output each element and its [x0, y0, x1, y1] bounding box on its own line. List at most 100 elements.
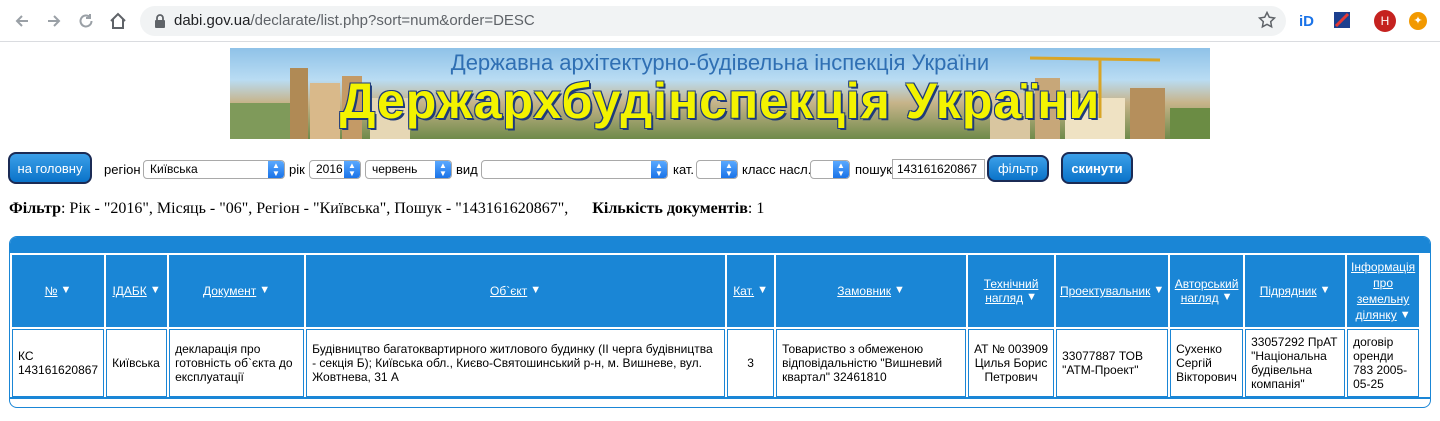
- month-select-value: червень: [372, 162, 418, 176]
- home-button[interactable]: на головну: [8, 152, 92, 184]
- sort-arrow-icon[interactable]: ▼: [259, 284, 270, 296]
- results-table-container: № ▼ ІДАБК ▼ Документ ▼ Об`єкт ▼ Кат. ▼ Замовн…: [9, 236, 1431, 408]
- col-header-contractor[interactable]: Підрядник ▼: [1245, 255, 1346, 327]
- select-arrows-icon: ▲ ▼: [651, 161, 667, 178]
- region-select-value: Київська: [150, 162, 198, 176]
- lock-icon: [154, 14, 166, 33]
- col-header-land-info[interactable]: Інформація про земельну ділянку ▼: [1347, 255, 1420, 327]
- cell-tech-supervision: АТ № 003909 Цилья Борис Петрович: [968, 329, 1055, 397]
- filter-label: Фільтр: [9, 200, 61, 217]
- cell-tech-line3: Петрович: [984, 370, 1038, 384]
- bookmark-star-icon[interactable]: [1257, 10, 1277, 34]
- search-label: пошук: [855, 162, 892, 177]
- category-select[interactable]: ▲ ▼: [696, 160, 738, 179]
- class-label: класс насл.: [742, 162, 812, 177]
- region-select[interactable]: Київська ▲ ▼: [143, 160, 285, 179]
- author-header-line1[interactable]: Авторський: [1175, 277, 1239, 291]
- sort-arrow-icon[interactable]: ▼: [150, 284, 161, 296]
- tech-header-line1[interactable]: Технічний: [984, 277, 1039, 291]
- col-header-designer[interactable]: Проектувальник ▼: [1056, 255, 1169, 327]
- extension-bookmark-icon[interactable]: [1332, 10, 1352, 30]
- documents-count-label: Кількість документів: [592, 200, 748, 217]
- month-select[interactable]: червень ▲ ▼: [365, 160, 452, 179]
- col-header-cat[interactable]: Кат. ▼: [727, 255, 775, 327]
- year-select[interactable]: 2016 ▲ ▼: [309, 160, 361, 179]
- sort-arrow-icon[interactable]: ▼: [1153, 284, 1164, 296]
- cell-customer: Товариство з обмеженою відповідальністю …: [776, 329, 967, 397]
- sort-link-num[interactable]: №: [45, 284, 58, 298]
- land-header-line4[interactable]: ділянку: [1356, 308, 1397, 322]
- profile-avatar[interactable]: H: [1374, 10, 1396, 32]
- sort-link-designer[interactable]: Проектувальник: [1060, 284, 1150, 298]
- documents-count-value: : 1: [747, 200, 765, 217]
- col-header-document[interactable]: Документ ▼: [169, 255, 305, 327]
- cell-tech-line2: Цилья Борис: [974, 356, 1048, 370]
- cell-author-supervision: Сухенко Сергій Вікторович: [1170, 329, 1244, 397]
- table-row: КС 143161620867 Київська декларація про г…: [12, 329, 1420, 397]
- cell-num-line2: 143161620867: [18, 363, 99, 377]
- sort-arrow-icon[interactable]: ▼: [1320, 284, 1331, 296]
- results-table: № ▼ ІДАБК ▼ Документ ▼ Об`єкт ▼ Кат. ▼ Замовн…: [10, 253, 1421, 399]
- update-icon[interactable]: ✦: [1409, 12, 1427, 30]
- sort-arrow-icon[interactable]: ▼: [1026, 291, 1037, 303]
- search-input[interactable]: 143161620867: [892, 159, 985, 179]
- land-header-line1[interactable]: Інформація: [1351, 260, 1415, 274]
- banner-title: Держархбудінспекція України: [339, 73, 1101, 129]
- cell-author-line3: Вікторович: [1176, 370, 1237, 384]
- select-arrows-icon: ▲ ▼: [268, 161, 284, 178]
- year-select-value: 2016: [316, 162, 343, 176]
- sort-arrow-icon[interactable]: ▼: [1222, 291, 1233, 303]
- land-header-line3[interactable]: земельну: [1357, 292, 1409, 306]
- sort-arrow-icon[interactable]: ▼: [1400, 307, 1411, 323]
- category-label: кат.: [673, 162, 695, 177]
- cell-author-line2: Сергій: [1176, 356, 1212, 370]
- author-header-line2[interactable]: нагляд: [1181, 291, 1219, 305]
- address-bar[interactable]: dabi.gov.ua/declarate/list.php?sort=num&…: [140, 6, 1286, 36]
- back-arrow-icon[interactable]: [10, 9, 34, 33]
- sort-link-idabk[interactable]: ІДАБК: [112, 284, 146, 298]
- home-icon[interactable]: [106, 9, 130, 33]
- sort-link-object[interactable]: Об`єкт: [490, 284, 527, 298]
- select-arrows-icon: ▲ ▼: [833, 161, 849, 178]
- extension-id-icon[interactable]: iD: [1298, 10, 1318, 30]
- cell-num: КС 143161620867: [12, 329, 105, 397]
- col-header-customer[interactable]: Замовник ▼: [776, 255, 967, 327]
- col-header-num[interactable]: № ▼: [12, 255, 105, 327]
- cell-designer: 33077887 ТОВ "АТМ-Проект": [1056, 329, 1169, 397]
- select-arrows-icon: ▲ ▼: [721, 161, 737, 178]
- type-select[interactable]: ▲ ▼: [481, 160, 668, 179]
- cell-object: Будівництво багатоквартирного житлового …: [306, 329, 726, 397]
- filter-button[interactable]: фільтр: [987, 155, 1049, 182]
- tech-header-line2[interactable]: нагляд: [985, 291, 1023, 305]
- col-header-author-supervision[interactable]: Авторський нагляд ▼: [1170, 255, 1244, 327]
- site-banner: Державна архітектурно-будівельна інспекц…: [230, 48, 1210, 139]
- cell-num-line1: КС: [18, 349, 34, 363]
- land-header-line2[interactable]: про: [1373, 276, 1393, 290]
- type-label: вид: [456, 162, 478, 177]
- sort-link-document[interactable]: Документ: [203, 284, 256, 298]
- url-text: dabi.gov.ua/declarate/list.php?sort=num&…: [174, 12, 535, 29]
- reset-button[interactable]: скинути: [1061, 152, 1133, 184]
- cell-document: декларація про готовність об`єкта до екс…: [169, 329, 305, 397]
- filter-summary: Фільтр: Рік - "2016", Місяць - "06", Рег…: [9, 200, 764, 218]
- sort-link-cat[interactable]: Кат.: [733, 284, 754, 298]
- table-top-bar: [10, 237, 1430, 253]
- reload-icon[interactable]: [74, 9, 98, 33]
- sort-arrow-icon[interactable]: ▼: [61, 284, 72, 296]
- class-select[interactable]: ▲ ▼: [810, 160, 850, 179]
- sort-link-customer[interactable]: Замовник: [837, 284, 891, 298]
- sort-link-contractor[interactable]: Підрядник: [1260, 284, 1317, 298]
- cell-cat: 3: [727, 329, 775, 397]
- col-header-object[interactable]: Об`єкт ▼: [306, 255, 726, 327]
- browser-toolbar: dabi.gov.ua/declarate/list.php?sort=num&…: [0, 0, 1440, 42]
- cell-tech-line1: АТ № 003909: [974, 342, 1049, 356]
- col-header-idabk[interactable]: ІДАБК ▼: [106, 255, 168, 327]
- sort-arrow-icon[interactable]: ▼: [757, 284, 768, 296]
- forward-arrow-icon[interactable]: [42, 9, 66, 33]
- sort-arrow-icon[interactable]: ▼: [530, 284, 541, 296]
- cell-contractor: 33057292 ПрАТ "Національна будівельна ко…: [1245, 329, 1346, 397]
- col-header-tech-supervision[interactable]: Технічний нагляд ▼: [968, 255, 1055, 327]
- select-arrows-icon: ▲ ▼: [344, 161, 360, 178]
- filter-text: : Рік - "2016", Місяць - "06", Регіон - …: [60, 200, 569, 217]
- sort-arrow-icon[interactable]: ▼: [894, 284, 905, 296]
